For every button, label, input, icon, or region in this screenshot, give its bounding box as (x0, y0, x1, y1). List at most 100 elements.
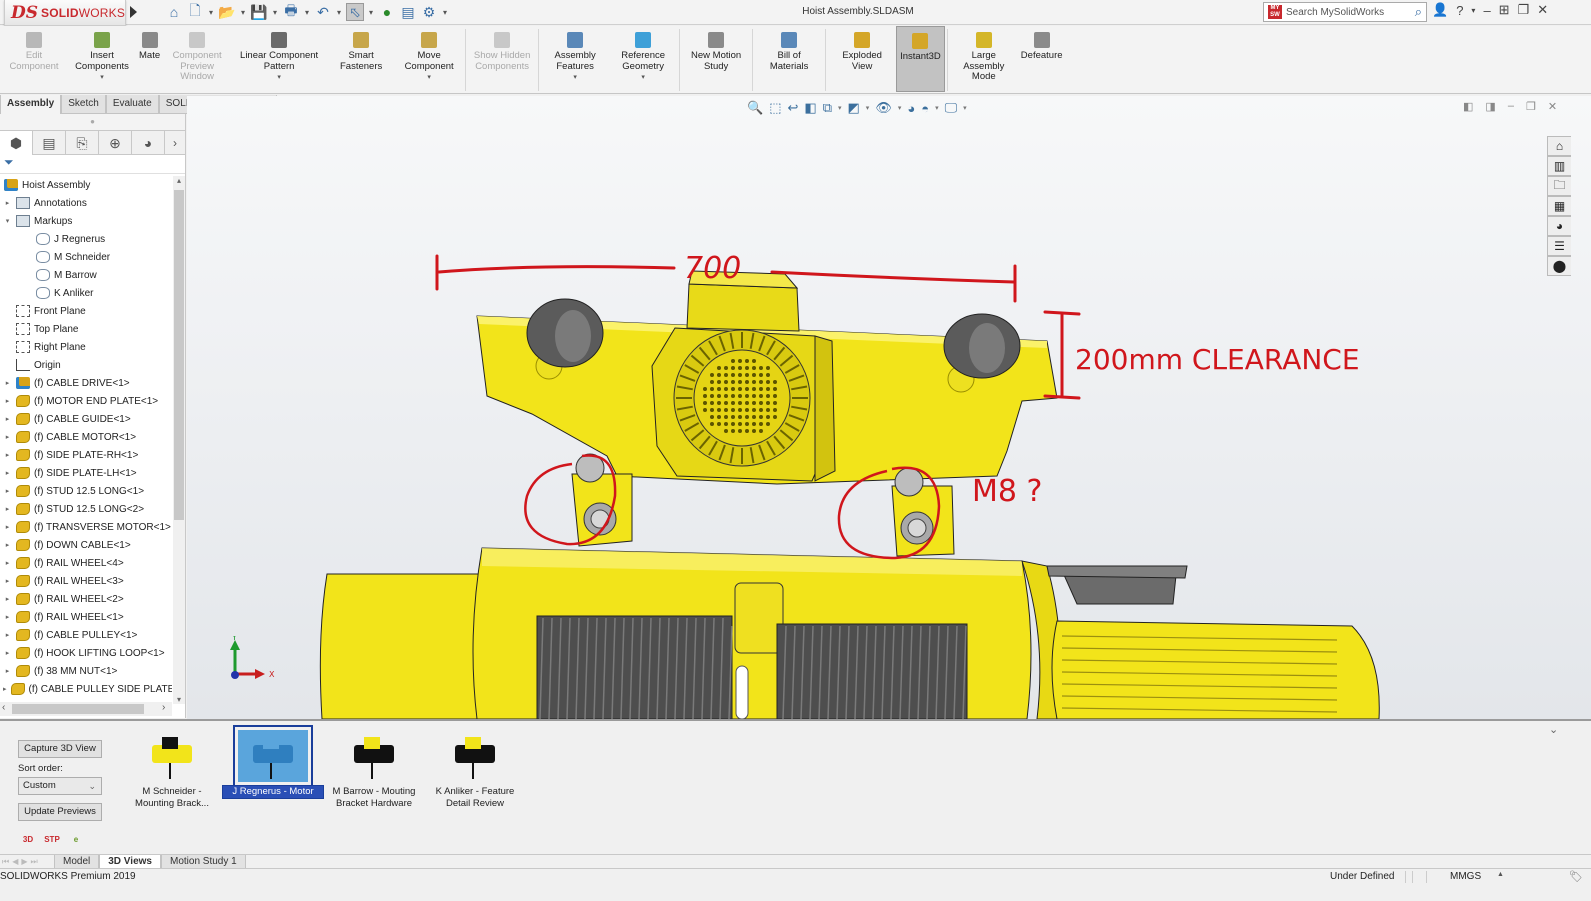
collapse-pane-icon[interactable]: ⌄ (1549, 723, 1558, 736)
mate-button[interactable]: Mate (136, 26, 163, 92)
rail-wheel-right[interactable] (943, 313, 1021, 379)
view-palette-icon[interactable]: ▦ (1547, 196, 1571, 216)
tile-left-icon[interactable]: ◧ (1463, 100, 1473, 113)
view-settings-dropdown-icon[interactable]: ▾ (963, 104, 967, 112)
assembly-features-button[interactable]: Assembly Features ▾ (541, 26, 609, 92)
tree-item[interactable]: J Regnerus (0, 230, 172, 248)
design-library-icon[interactable]: ▥ (1547, 156, 1571, 176)
tree-item[interactable]: ▸ (f) TRANSVERSE MOTOR<1> (0, 518, 172, 536)
expand-toggle-icon[interactable]: ▾ (3, 217, 12, 225)
tree-item[interactable]: ▸ (f) RAIL WHEEL<4> (0, 554, 172, 572)
scroll-right-icon[interactable]: › (162, 702, 165, 713)
tree-item[interactable]: Origin (0, 356, 172, 374)
tab-sketch[interactable]: Sketch (61, 95, 106, 114)
defeature-button[interactable]: Defeature (1018, 26, 1066, 92)
display-style-icon[interactable]: ◩ (848, 100, 860, 116)
scrollbar-thumb[interactable] (12, 704, 144, 714)
featuremanager-tab[interactable]: ⬢ (0, 131, 33, 155)
viewport-minimize-icon[interactable]: – (1508, 100, 1514, 113)
expand-toggle-icon[interactable]: ▸ (3, 631, 12, 639)
expand-toggle-icon[interactable]: ▸ (3, 667, 12, 675)
solidworks-forum-icon[interactable]: ⬤ (1547, 256, 1571, 276)
displaymanager-tab[interactable]: ◕ (132, 131, 165, 155)
tab-evaluate[interactable]: Evaluate (105, 95, 159, 114)
tile-right-icon[interactable]: ◨ (1485, 100, 1495, 113)
first-tab-icon[interactable]: ⏮ (2, 857, 9, 867)
hoist-assembly-model[interactable]: 700 200mm CLEARANCE M8 ? (187, 96, 1591, 719)
solidworks-resources-icon[interactable]: ⌂ (1547, 136, 1571, 156)
tree-item[interactable]: ▸ (f) STUD 12.5 LONG<1> (0, 482, 172, 500)
configurationmanager-tab[interactable]: ⎘ (66, 131, 99, 155)
expand-toggle-icon[interactable]: ▸ (3, 685, 7, 693)
edit-appearance-icon[interactable]: ◕ (907, 101, 915, 116)
tab-3d-views[interactable]: 3D Views (99, 855, 161, 869)
large-assembly-mode-button[interactable]: Large Assembly Mode (950, 26, 1018, 92)
update-previews-button[interactable]: Update Previews (18, 803, 102, 821)
exploded-view-button[interactable]: Exploded View (828, 26, 896, 92)
tree-item[interactable]: Hoist Assembly (0, 176, 172, 194)
appearances-scenes-icon[interactable]: ◕ (1547, 216, 1571, 236)
expand-toggle-icon[interactable]: ▸ (3, 559, 12, 567)
more-tabs-icon[interactable]: › (165, 131, 185, 155)
tree-item[interactable]: ▸ (f) SIDE PLATE-RH<1> (0, 446, 172, 464)
move-component-dropdown-icon[interactable]: ▾ (427, 73, 431, 84)
display-style-dropdown-icon[interactable]: ▾ (866, 104, 870, 112)
help-icon[interactable]: ? (1456, 3, 1463, 18)
reference-geometry-dropdown-icon[interactable]: ▾ (641, 73, 645, 84)
expand-toggle-icon[interactable]: ▸ (3, 433, 12, 441)
expand-toggle-icon[interactable]: ▸ (3, 451, 12, 459)
apply-scene-dropdown-icon[interactable]: ▾ (935, 104, 939, 112)
tree-item[interactable]: ▾ Markups (0, 212, 172, 230)
expand-toggle-icon[interactable]: ▸ (3, 523, 12, 531)
tree-item[interactable]: ▸ (f) STUD 12.5 LONG<2> (0, 500, 172, 518)
prev-tab-icon[interactable]: ◀ (12, 857, 18, 866)
capture-3d-view-button[interactable]: Capture 3D View (18, 740, 102, 758)
hide-show-items-icon[interactable]: 👁 (875, 100, 892, 116)
tab-assembly[interactable]: Assembly (0, 95, 62, 114)
expand-toggle-icon[interactable]: ▸ (3, 397, 12, 405)
tree-item[interactable]: ▸ (f) RAIL WHEEL<2> (0, 590, 172, 608)
cable-motor[interactable] (1046, 565, 1380, 719)
apply-scene-icon[interactable]: ◓ (921, 101, 929, 116)
minimize-icon[interactable]: – (1483, 3, 1490, 18)
3d-view-thumbnail[interactable]: M Schneider - Mounting Brack... (122, 725, 222, 810)
next-tab-icon[interactable]: ▶ (21, 857, 27, 866)
sort-order-select[interactable]: Custom ⌄ (18, 777, 102, 795)
tree-item[interactable]: M Barrow (0, 266, 172, 284)
tree-item[interactable]: ▸ (f) RAIL WHEEL<1> (0, 608, 172, 626)
last-tab-icon[interactable]: ⏭ (31, 857, 38, 867)
3d-view-thumbnail[interactable]: K Anliker - Feature Detail Review (425, 725, 525, 810)
tree-item[interactable]: ▸ (f) DOWN CABLE<1> (0, 536, 172, 554)
instant3d-button[interactable]: Instant3D (896, 26, 945, 92)
expand-toggle-icon[interactable]: ▸ (3, 577, 12, 585)
expand-toggle-icon[interactable]: ▸ (3, 595, 12, 603)
scroll-down-icon[interactable]: ▾ (173, 695, 185, 704)
scroll-left-icon[interactable]: ‹ (2, 702, 5, 713)
view-orientation-dropdown-icon[interactable]: ▾ (838, 104, 842, 112)
expand-toggle-icon[interactable]: ▸ (3, 613, 12, 621)
insert-components-dropdown-icon[interactable]: ▾ (100, 73, 104, 84)
3d-view-thumbnail[interactable]: M Barrow - Mouting Bracket Hardware (324, 725, 424, 810)
reference-geometry-button[interactable]: Reference Geometry ▾ (609, 26, 677, 92)
viewport-close-icon[interactable]: ✕ (1548, 100, 1557, 113)
view-orientation-icon[interactable]: ⧉ (823, 100, 832, 116)
help-dropdown-icon[interactable]: ▾ (1471, 6, 1475, 15)
expand-toggle-icon[interactable]: ▸ (3, 487, 12, 495)
expand-toggle-icon[interactable]: ▸ (3, 199, 12, 207)
view-settings-icon[interactable]: 🖵 (945, 100, 958, 116)
scroll-up-icon[interactable]: ▴ (173, 176, 185, 185)
tree-item[interactable]: Right Plane (0, 338, 172, 356)
tree-horizontal-scrollbar[interactable]: ‹ › (0, 702, 172, 716)
new-motion-study-button[interactable]: New Motion Study (682, 26, 750, 92)
mounting-bracket-right[interactable] (891, 467, 955, 557)
tree-item[interactable]: ▸ (f) CABLE GUIDE<1> (0, 410, 172, 428)
edit-component-button[interactable]: Edit Component (0, 26, 68, 92)
move-component-button[interactable]: Move Component ▾ (395, 26, 463, 92)
tree-item[interactable]: ▸ (f) HOOK LIFTING LOOP<1> (0, 644, 172, 662)
tree-item[interactable]: M Schneider (0, 248, 172, 266)
tree-item[interactable]: Top Plane (0, 320, 172, 338)
tree-item[interactable]: ▸ (f) 38 MM NUT<1> (0, 662, 172, 680)
tree-item[interactable]: ▸ (f) MOTOR END PLATE<1> (0, 392, 172, 410)
tree-item[interactable]: ▸ Annotations (0, 194, 172, 212)
tile-icon[interactable]: ⊞ (1499, 2, 1510, 18)
